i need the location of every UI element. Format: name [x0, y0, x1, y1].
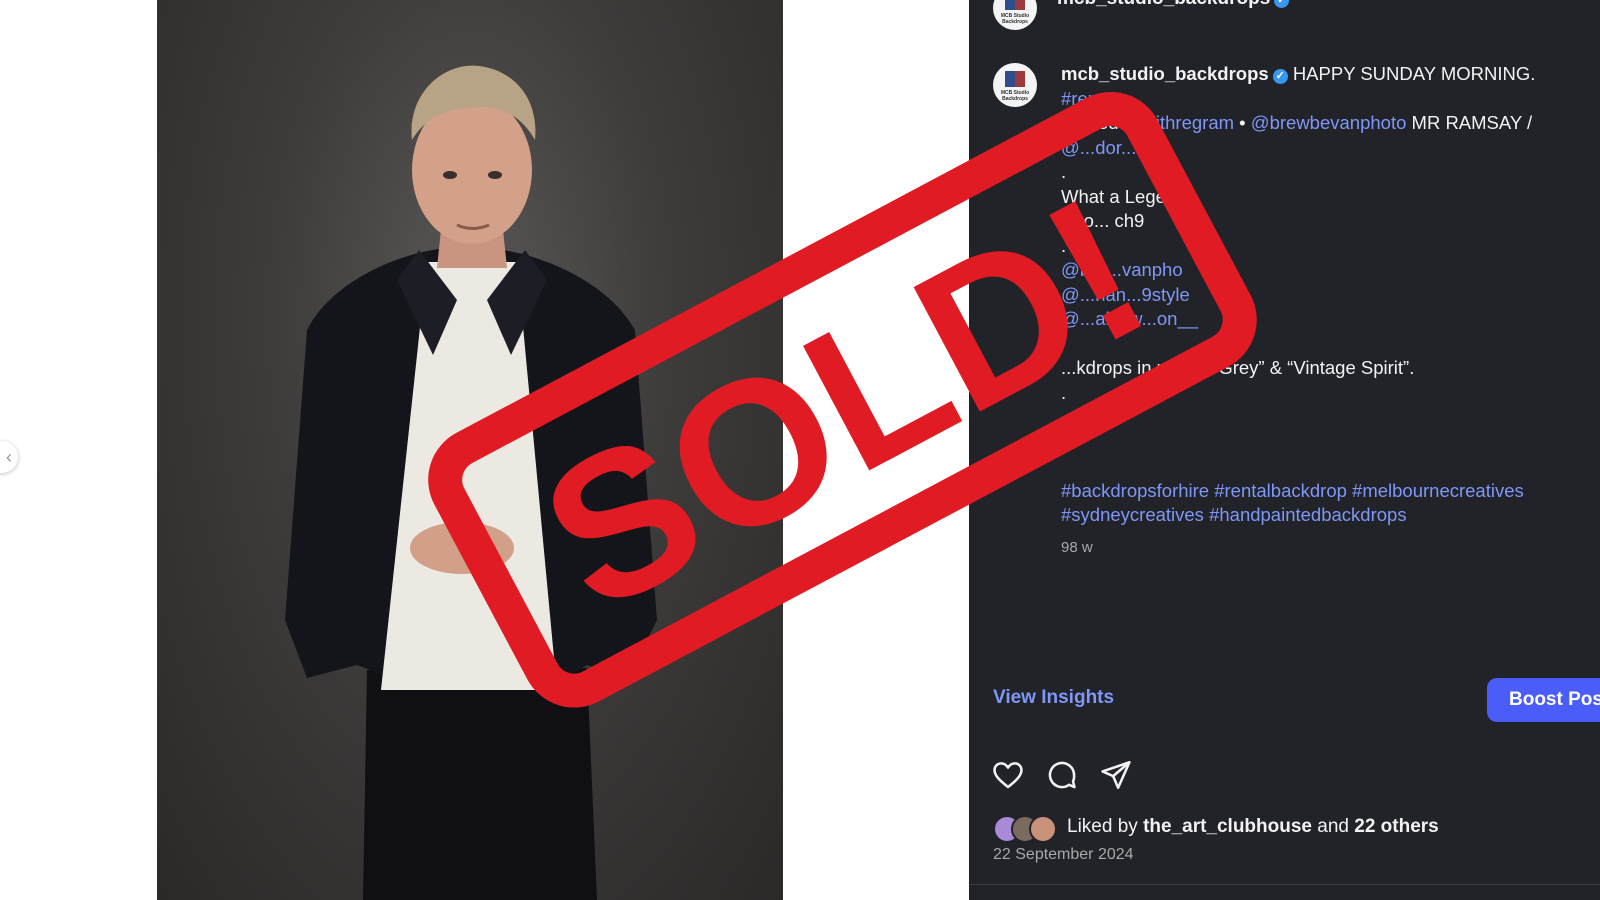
bullet-separator: • [1239, 112, 1246, 133]
caption-line-2: #repost [1061, 87, 1581, 112]
liker-avatars[interactable] [993, 815, 1057, 843]
share-icon[interactable] [1099, 758, 1133, 792]
divider [969, 884, 1600, 885]
avatar[interactable]: MCB Studio Backdrops [993, 0, 1037, 30]
likes-prefix: Liked by [1067, 816, 1138, 837]
post-caption: mcb_studio_backdrops ✓ HAPPY SUNDAY MORNI… [1061, 62, 1581, 560]
mention-handle-1[interactable]: @bre...vanpho [1061, 258, 1581, 283]
caption-line-1: mcb_studio_backdrops ✓ HAPPY SUNDAY MORNI… [1061, 62, 1581, 87]
likes-and: and [1317, 816, 1349, 837]
caption-shot-line: Sho... ch9 [1061, 210, 1145, 231]
mention-handle-3[interactable]: @...alexw...on__ [1061, 307, 1581, 332]
mention-brewbevanphoto[interactable]: @brewbevanphoto [1251, 112, 1407, 133]
caption-dot: . [1061, 234, 1067, 256]
post-timestamp[interactable]: 98 w [1061, 536, 1581, 561]
caption-line-3: Posted @withregram • @brewbevanphoto MR … [1061, 111, 1581, 136]
post-date: 22 September 2024 [993, 846, 1134, 863]
posted-prefix: Posted [1061, 112, 1119, 133]
logo-mark [1005, 0, 1025, 10]
hashtags-line-2[interactable]: #sydneycreatives #handpaintedbackdrops [1061, 503, 1581, 528]
caption-avatar[interactable]: MCB Studio Backdrops [993, 63, 1037, 107]
chevron-left-icon[interactable]: ‹ [0, 441, 18, 473]
verified-badge-icon: ✓ [1272, 69, 1288, 84]
caption-dot: . [1061, 430, 1067, 452]
mention-handle-2[interactable]: @...han...9style [1061, 283, 1581, 308]
liker-username[interactable]: the_art_clubhouse [1143, 816, 1312, 837]
header-username-text[interactable]: mcb_studio_backdrops [1057, 0, 1270, 9]
post-details-panel: MCB Studio Backdrops mcb_studio_backdrop… [969, 0, 1600, 900]
caption-dot: . [1061, 406, 1067, 427]
caption-opening: HAPPY SUNDAY MORNING. [1292, 63, 1536, 84]
caption-legend-line: What a Lege...! [1061, 185, 1187, 207]
boost-post-button[interactable]: Boost Pos [1487, 678, 1600, 722]
verified-badge-icon: ✓ [1274, 0, 1290, 8]
hashtags-line-1[interactable]: #backdropsforhire #rentalbackdrop #melbo… [1061, 479, 1581, 504]
avatar-text: MCB Studio Backdrops [1000, 13, 1030, 25]
post-photo[interactable] [157, 0, 783, 900]
caption-backdrops-line: ...kdrops in use “... Grey” & “Vintage S… [1061, 357, 1415, 378]
caption-dot: . [1061, 381, 1067, 403]
caption-username[interactable]: mcb_studio_backdrops [1061, 63, 1269, 84]
caption-line-4: @...dor...m [1061, 136, 1581, 161]
hashtag-repost[interactable]: #repost [1061, 88, 1123, 109]
mention-withregram[interactable]: @withregram [1124, 112, 1234, 133]
caption-dot: . [1061, 161, 1067, 182]
heart-icon[interactable] [991, 758, 1025, 792]
logo-mark [1005, 71, 1025, 87]
avatar-text: MCB Studio Backdrops [1000, 90, 1030, 102]
likes-text: Liked by the_art_clubhouse and 22 others [1067, 816, 1439, 838]
mention-obscured[interactable]: @...dor...m [1061, 137, 1152, 158]
likes-others-link[interactable]: 22 others [1354, 816, 1438, 837]
liker-avatar [1029, 815, 1057, 843]
header-username[interactable]: mcb_studio_backdrops ✓ [1057, 0, 1290, 10]
view-insights-link[interactable]: View Insights [993, 687, 1114, 709]
comment-icon[interactable] [1045, 758, 1079, 792]
portrait-illustration [285, 65, 657, 900]
mr-ramsay-text: MR RAMSAY / [1411, 112, 1533, 133]
media-area: ‹ [0, 0, 969, 900]
